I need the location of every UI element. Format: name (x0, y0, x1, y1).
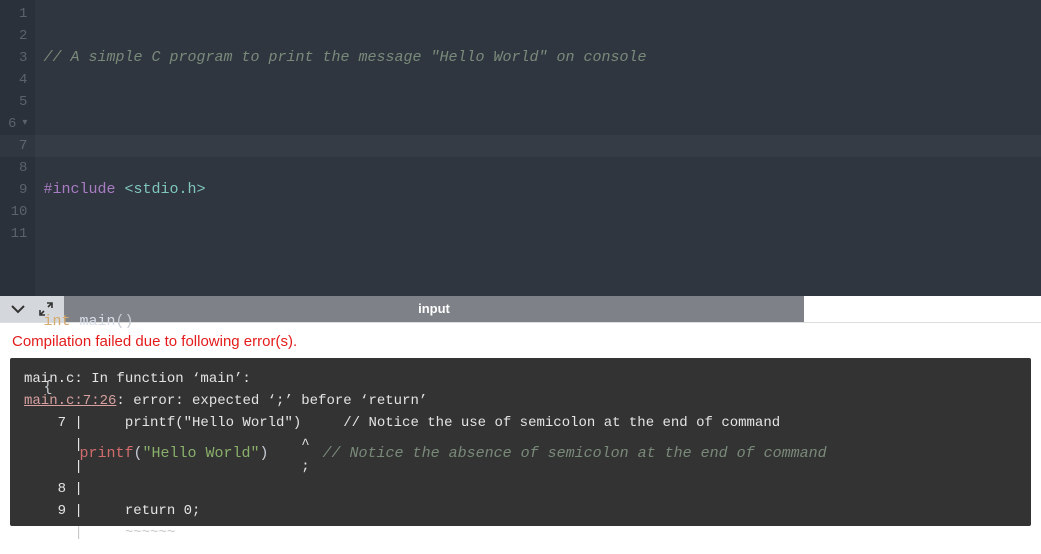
code-type: int (43, 313, 70, 330)
line-number: 1 (8, 3, 27, 25)
code-comment: // A simple C program to print the messa… (43, 49, 646, 66)
code-function: printf (79, 445, 133, 462)
code-include: <stdio.h> (124, 181, 205, 198)
fold-icon[interactable]: ▾ (16, 118, 27, 129)
line-number: 11 (8, 223, 27, 245)
line-number: 9 (8, 179, 27, 201)
collapse-panel-icon[interactable] (10, 301, 26, 317)
code-string: "Hello World" (142, 445, 259, 462)
code-editor[interactable]: 1 2 3 4 5 6 ▾ 7 8 9 10 11 // A simple C … (0, 0, 1041, 296)
line-number: 6 ▾ (8, 113, 27, 135)
code-content[interactable]: // A simple C program to print the messa… (35, 0, 826, 296)
line-number: 10 (8, 201, 27, 223)
code-preprocessor: #include (43, 181, 115, 198)
code-comment: // Notice the absence of semicolon at th… (323, 445, 827, 462)
line-number: 7 (8, 135, 27, 157)
code-identifier: main (79, 313, 115, 330)
line-number: 8 (8, 157, 27, 179)
line-number: 5 (8, 91, 27, 113)
line-gutter: 1 2 3 4 5 6 ▾ 7 8 9 10 11 (0, 0, 35, 296)
line-number: 2 (8, 25, 27, 47)
line-number: 3 (8, 47, 27, 69)
line-number: 4 (8, 69, 27, 91)
